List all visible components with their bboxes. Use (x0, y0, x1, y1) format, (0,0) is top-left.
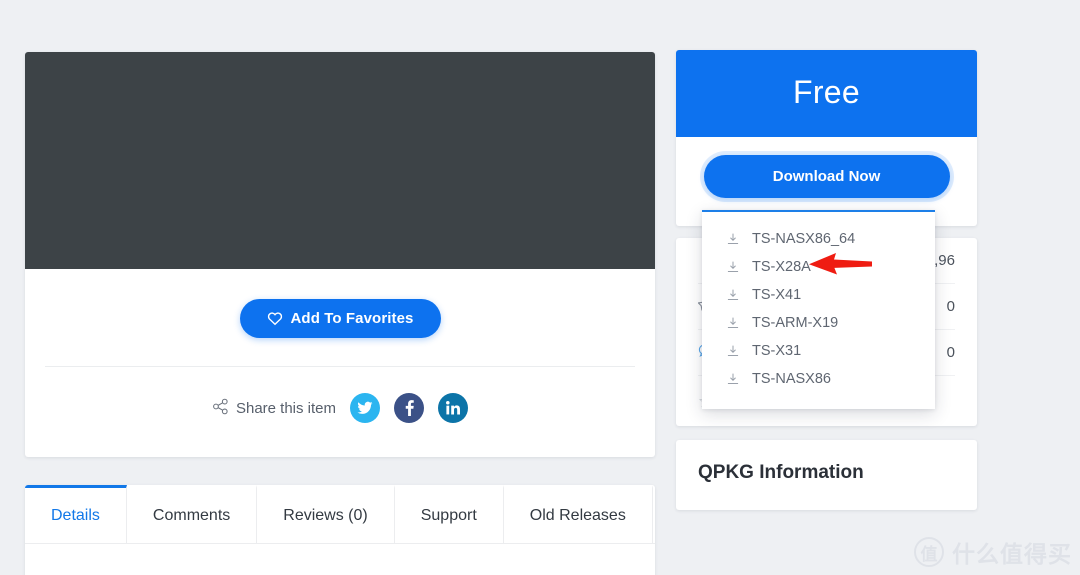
qpkg-information-card: QPKG Information (676, 440, 977, 510)
download-option-ts-nasx86-64[interactable]: TS-NASX86_64 (702, 225, 935, 253)
share-nodes-icon (212, 398, 229, 419)
tab-old-releases-label: Old Releases (529, 507, 626, 524)
download-icon (726, 316, 740, 330)
heart-icon (267, 311, 283, 326)
app-page: Add To Favorites Share this item Details… (0, 0, 1080, 575)
price-card: Free Download Now (676, 50, 977, 226)
download-option-label: TS-NASX86 (752, 371, 831, 387)
share-divider (45, 366, 635, 367)
tab-comments-label: Comments (152, 507, 231, 524)
reviews-value: 0 (946, 298, 955, 315)
download-icon (726, 260, 740, 274)
share-label-text: Share this item (235, 399, 337, 417)
add-to-favorites-label: Add To Favorites (290, 310, 414, 327)
share-twitter-button[interactable] (350, 393, 381, 423)
share-this-item: Share this item (212, 398, 336, 419)
download-icon (726, 372, 740, 386)
download-icon (726, 288, 740, 302)
tabs-card: Details Comments Reviews (0) Support Old… (25, 485, 655, 575)
media-card-body: Add To Favorites Share this item (25, 269, 655, 457)
site-watermark: 值 什么值得买 (914, 535, 1072, 569)
download-now-button[interactable]: Download Now (703, 155, 950, 198)
download-option-ts-arm-x19[interactable]: TS-ARM-X19 (702, 309, 935, 337)
download-option-label: TS-NASX86_64 (752, 231, 856, 247)
share-row: Share this item (25, 393, 655, 423)
tab-old-releases[interactable]: Old Releases (503, 485, 653, 543)
left-column: Add To Favorites Share this item Details… (25, 52, 655, 575)
tab-comments[interactable]: Comments (126, 485, 258, 543)
watermark-badge-icon: 值 (914, 537, 944, 567)
download-options-dropdown[interactable]: TS-NASX86_64 TS-X28A TS-X41 TS-ARM-X19 T… (702, 210, 935, 409)
tab-support[interactable]: Support (394, 485, 504, 543)
media-card: Add To Favorites Share this item (25, 52, 655, 457)
download-option-ts-nasx86[interactable]: TS-NASX86 (702, 365, 935, 393)
download-now-label: Download Now (772, 168, 881, 185)
watermark-text: 什么值得买 (952, 542, 1072, 568)
add-to-favorites-button[interactable]: Add To Favorites (239, 299, 441, 338)
tab-reviews-label: Reviews (0) (283, 507, 368, 524)
tab-reviews[interactable]: Reviews (0) (257, 485, 395, 543)
share-facebook-button[interactable] (394, 393, 425, 423)
tabs-strip: Details Comments Reviews (0) Support Old… (25, 485, 655, 544)
download-option-label: TS-X31 (752, 343, 802, 359)
download-option-ts-x31[interactable]: TS-X31 (702, 337, 935, 365)
tab-details-label: Details (51, 507, 100, 524)
hero-image-placeholder (25, 52, 655, 269)
download-icon (726, 344, 740, 358)
tab-details[interactable]: Details (25, 485, 127, 543)
download-option-label: TS-X41 (752, 287, 802, 303)
download-option-label: TS-ARM-X19 (752, 315, 839, 331)
download-option-label: TS-X28A (752, 259, 811, 275)
tab-support-label: Support (420, 507, 477, 524)
qpkg-information-title: QPKG Information (698, 462, 864, 483)
share-linkedin-button[interactable] (438, 393, 469, 423)
tab-panel-details (25, 544, 655, 575)
price-label: Free (676, 50, 977, 137)
download-option-ts-x28a[interactable]: TS-X28A (702, 253, 935, 281)
download-icon (726, 232, 740, 246)
favorites-row: Add To Favorites (25, 299, 655, 338)
comments-value: 0 (946, 344, 955, 361)
download-option-ts-x41[interactable]: TS-X41 (702, 281, 935, 309)
